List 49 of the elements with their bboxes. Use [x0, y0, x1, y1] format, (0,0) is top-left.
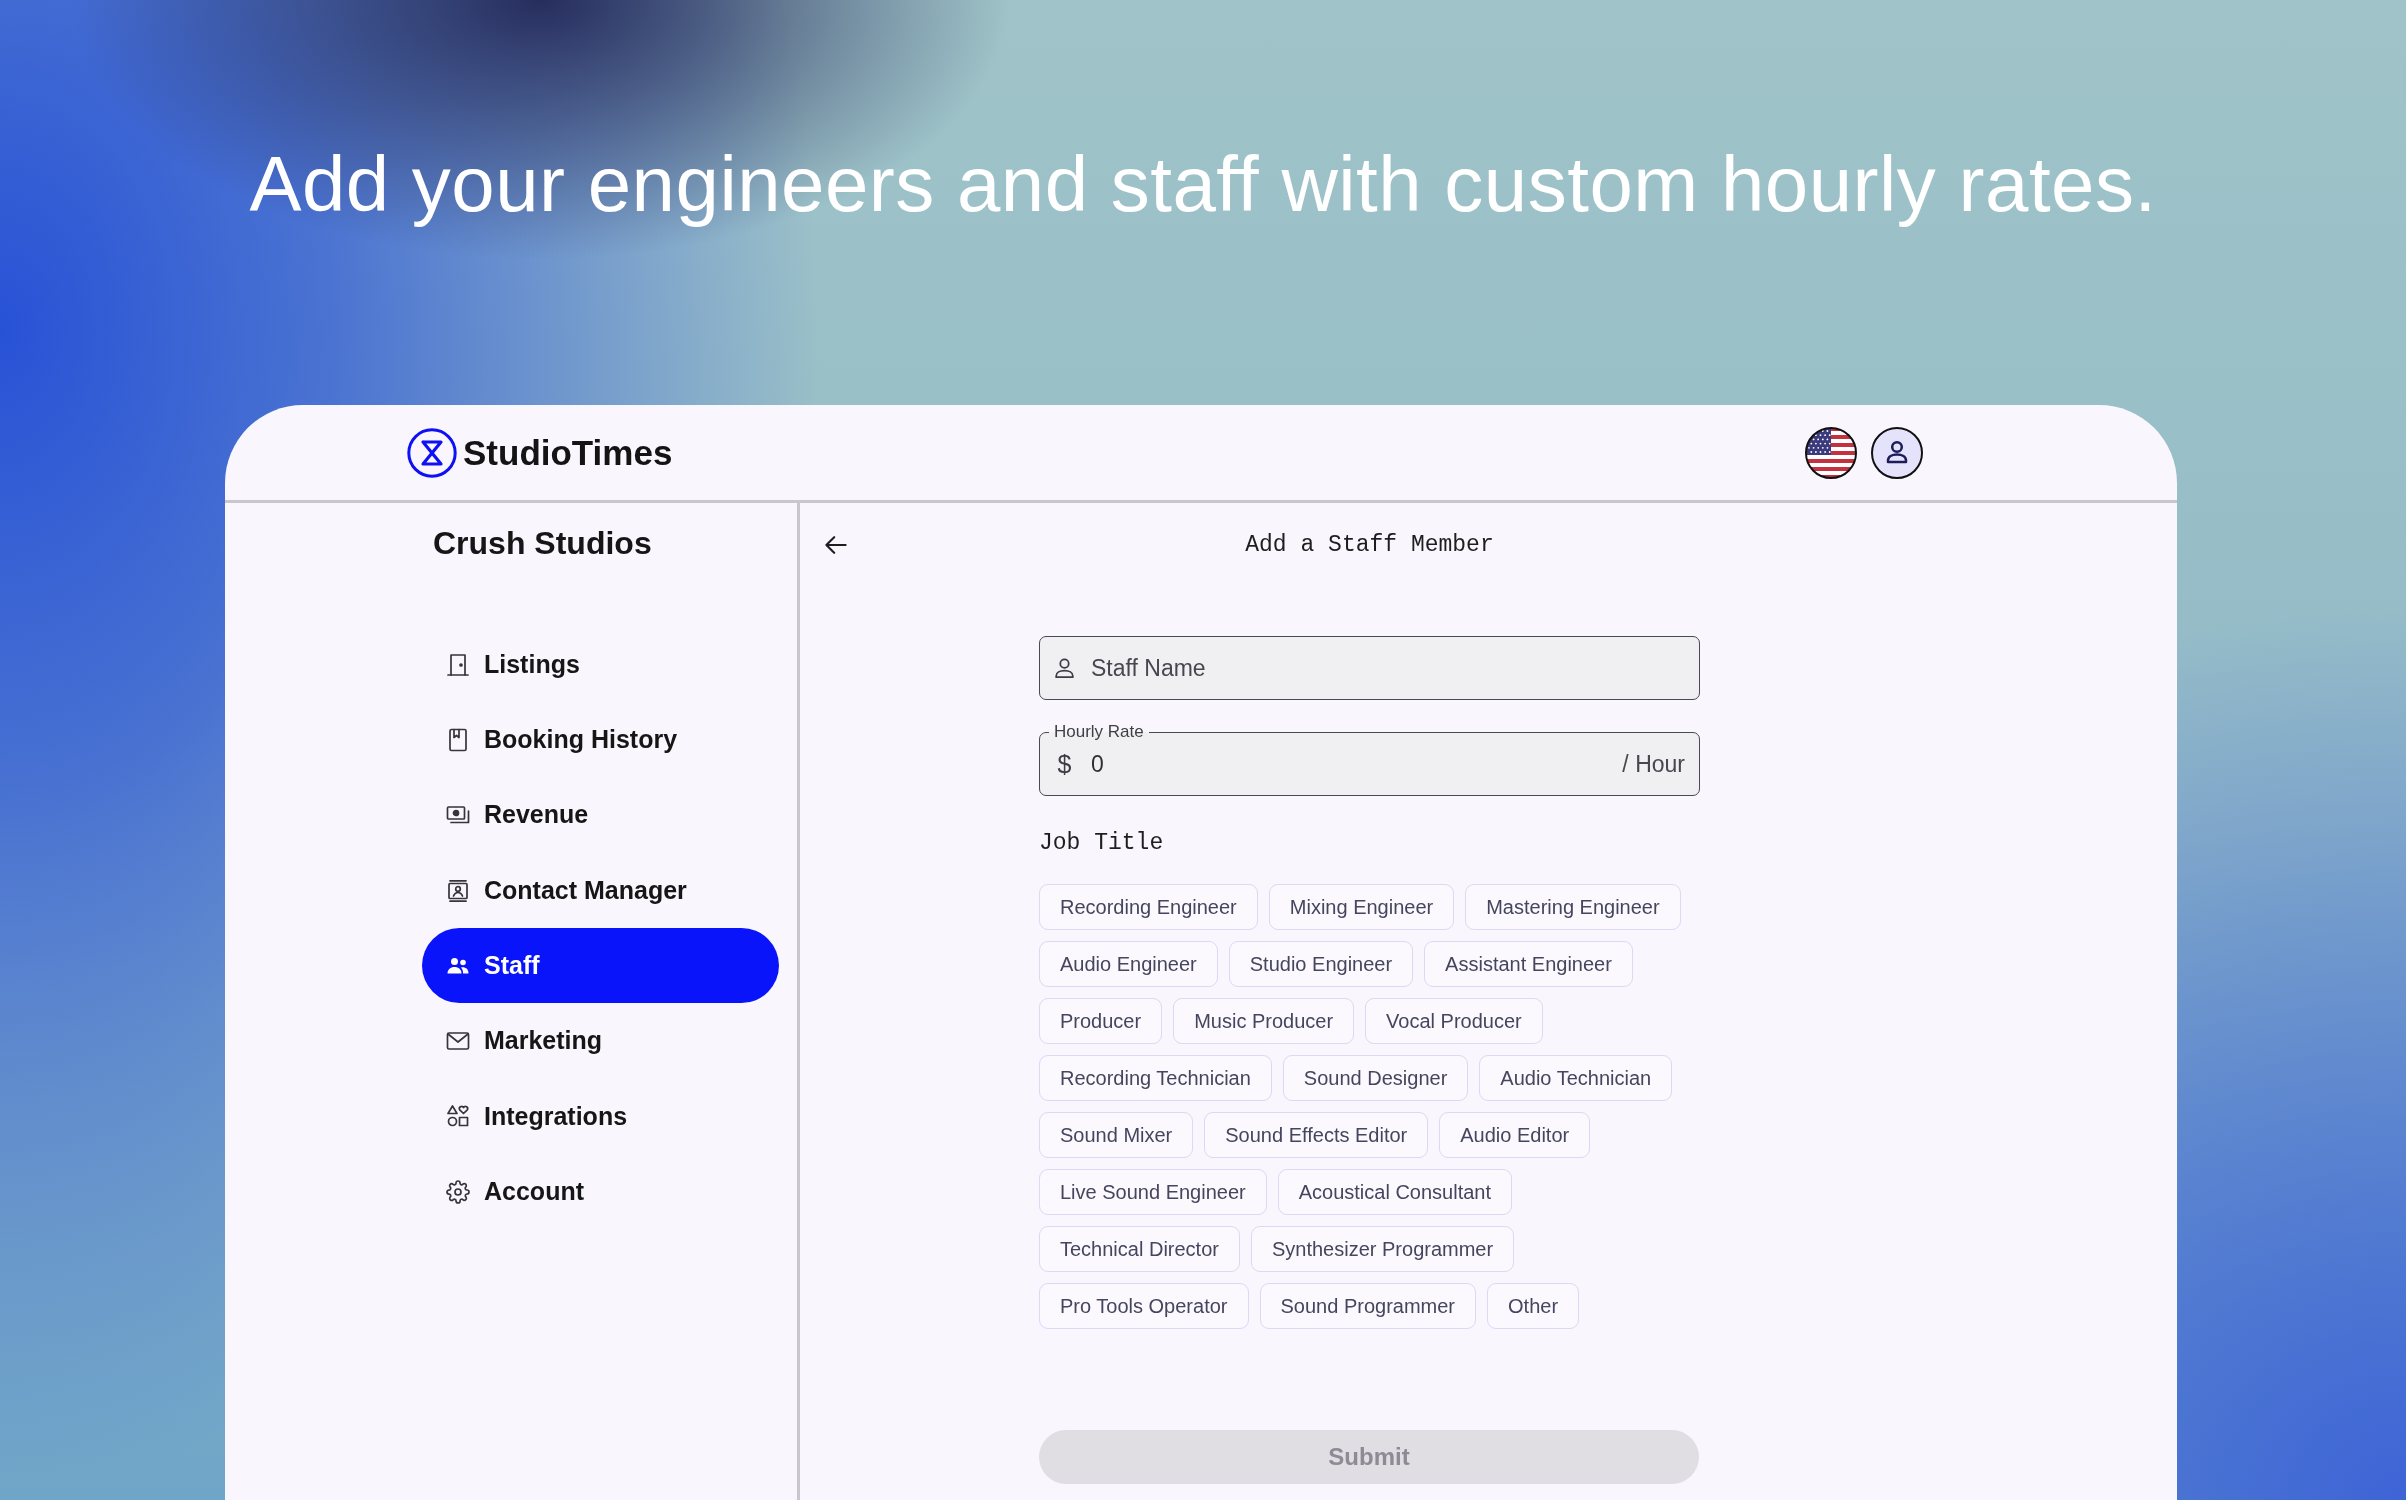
gear-icon: [446, 1179, 470, 1204]
job-title-chip[interactable]: Sound Programmer: [1259, 1283, 1477, 1329]
sidebar-item[interactable]: Account: [422, 1154, 779, 1230]
door-icon: [446, 652, 470, 677]
headline: Add your engineers and staff with custom hourly rates.: [249, 139, 2157, 230]
job-title-chip[interactable]: Mastering Engineer: [1465, 884, 1681, 930]
sidebar-item[interactable]: Staff: [422, 928, 779, 1004]
job-title-chip[interactable]: Sound Effects Editor: [1204, 1112, 1429, 1158]
brand-name: StudioTimes: [463, 431, 673, 474]
staff-name-field[interactable]: Staff Name: [1039, 636, 1700, 700]
sidebar-item[interactable]: Contact Manager: [422, 852, 779, 929]
person-icon: [1054, 657, 1075, 679]
sidebar-item[interactable]: Integrations: [422, 1078, 779, 1155]
job-title-chip[interactable]: Pro Tools Operator: [1039, 1283, 1249, 1329]
sidebar-item[interactable]: Listings: [422, 627, 779, 703]
flag-icon[interactable]: [1805, 426, 1857, 479]
field-label: Hourly Rate: [1049, 722, 1149, 742]
job-title-chip[interactable]: Sound Designer: [1282, 1055, 1469, 1101]
job-title-chip[interactable]: Mixing Engineer: [1268, 884, 1455, 930]
job-title-chip[interactable]: Sound Mixer: [1039, 1112, 1194, 1158]
sidebar-item[interactable]: Marketing: [422, 1003, 779, 1079]
job-title-chip[interactable]: Audio Technician: [1479, 1055, 1673, 1101]
job-title-chip[interactable]: Recording Technician: [1039, 1055, 1272, 1101]
studio-name: Crush Studios: [433, 524, 652, 563]
job-title-chip[interactable]: Other: [1487, 1283, 1580, 1329]
unit-suffix: / Hour: [1622, 750, 1685, 779]
job-title-chip[interactable]: Producer: [1039, 998, 1163, 1044]
job-title-chip[interactable]: Music Producer: [1173, 998, 1355, 1044]
page-title: Add a Staff Member: [1245, 531, 1494, 560]
book-icon: [446, 727, 470, 752]
sidebar-item[interactable]: Booking History: [422, 702, 779, 778]
currency-prefix: $: [1056, 749, 1073, 779]
job-title-chip[interactable]: Acoustical Consultant: [1277, 1169, 1513, 1215]
section-label: Job Title: [1039, 829, 1164, 858]
job-title-chip[interactable]: Studio Engineer: [1228, 941, 1414, 987]
job-title-chip[interactable]: Technical Director: [1039, 1226, 1240, 1272]
back-arrow-icon[interactable]: [825, 534, 847, 556]
sidebar-item[interactable]: Revenue: [422, 777, 779, 853]
user-avatar-icon[interactable]: [1871, 426, 1923, 479]
contact-card-icon: [446, 878, 470, 903]
job-title-chip[interactable]: Vocal Producer: [1365, 998, 1543, 1044]
job-title-chip[interactable]: Synthesizer Programmer: [1250, 1226, 1515, 1272]
logo-icon: [407, 427, 457, 478]
job-title-chip[interactable]: Live Sound Engineer: [1039, 1169, 1267, 1215]
job-title-chip[interactable]: Recording Engineer: [1039, 884, 1258, 930]
job-title-chip[interactable]: Audio Editor: [1439, 1112, 1591, 1158]
job-title-chip[interactable]: Audio Engineer: [1039, 941, 1218, 987]
shapes-icon: [446, 1104, 470, 1129]
job-title-chip[interactable]: Assistant Engineer: [1424, 941, 1633, 987]
